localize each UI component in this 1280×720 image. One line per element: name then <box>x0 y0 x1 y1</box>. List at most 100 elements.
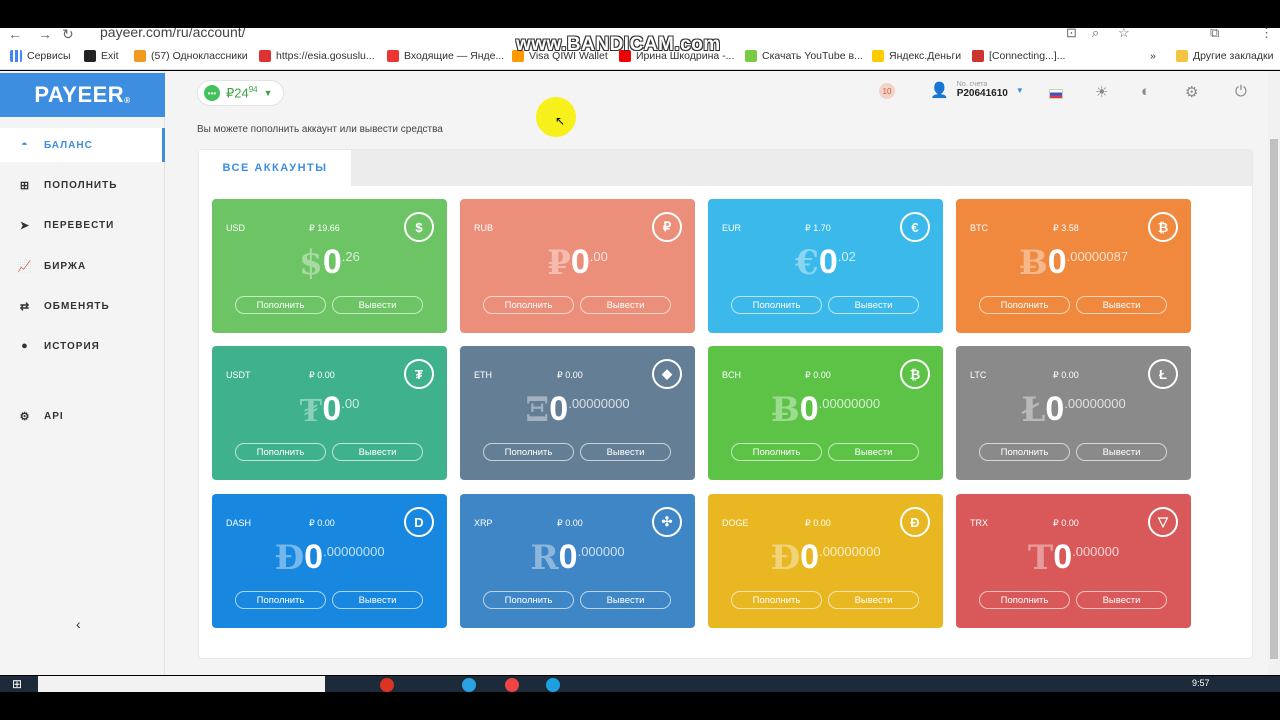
bookmark[interactable]: Скачать YouTube в... <box>745 50 863 62</box>
forward-icon[interactable]: → <box>38 28 52 42</box>
bookmark[interactable]: Сервисы <box>10 50 71 62</box>
exchange-icon: ⇄ <box>19 300 31 313</box>
taskbar-search[interactable] <box>38 676 325 692</box>
scrollbar[interactable] <box>1268 71 1280 675</box>
telegram-icon[interactable] <box>462 678 476 692</box>
deposit-button[interactable]: Пополнить <box>979 591 1070 609</box>
settings-gear-icon[interactable]: ⚙ <box>1185 83 1198 101</box>
sidebar-item-swap[interactable]: ⇄ ОБМЕНЯТЬ <box>0 289 165 323</box>
skype-icon[interactable] <box>546 678 560 692</box>
scrollbar-thumb[interactable] <box>1270 139 1278 659</box>
deposit-button[interactable]: Пополнить <box>979 296 1070 314</box>
withdraw-button[interactable]: Вывести <box>580 591 671 609</box>
rub-equivalent: ₽ 0.00 <box>557 518 583 528</box>
deposit-button[interactable]: Пополнить <box>483 296 574 314</box>
theme-sun-icon[interactable]: ☀ <box>1095 83 1108 101</box>
account-balance: $0.26 <box>299 243 360 283</box>
account-card-xrp[interactable]: XRP ₽ 0.00 ✣ R0.000000 Пополнить Вывести <box>460 494 695 628</box>
currency-icon: Đ <box>900 507 930 537</box>
account-card-eth[interactable]: ETH ₽ 0.00 ◆ Ξ0.00000000 Пополнить Вывести <box>460 346 695 480</box>
bookmark[interactable]: Входящие — Янде... <box>387 50 504 62</box>
payeer-page: PAYEER ® ◓ БАЛАНС ⊞ ПОПОЛНИТЬ ➤ ПЕРЕВЕСТИ 📈 Б… <box>0 71 1280 675</box>
withdraw-button[interactable]: Вывести <box>828 591 919 609</box>
bookmark[interactable]: Яндекс.Деньги <box>872 50 961 62</box>
sidebar-item-transfer[interactable]: ➤ ПЕРЕВЕСТИ <box>0 208 165 242</box>
notifications-badge[interactable]: 10 <box>879 83 895 99</box>
rub-equivalent: ₽ 19.66 <box>309 223 340 233</box>
withdraw-button[interactable]: Вывести <box>828 443 919 461</box>
deposit-button[interactable]: Пополнить <box>483 591 574 609</box>
back-icon[interactable]: ← <box>8 28 22 42</box>
bookmark[interactable]: (57) Одноклассники <box>134 50 248 62</box>
withdraw-button[interactable]: Вывести <box>332 443 423 461</box>
account-selector[interactable]: 👤 No. счета P20641610 ▼ <box>930 81 1024 99</box>
rub-equivalent: ₽ 0.00 <box>557 370 583 380</box>
extension-icon[interactable]: ⧉ <box>1210 28 1219 41</box>
bookmark-icon <box>972 50 984 62</box>
withdraw-button[interactable]: Вывести <box>1076 591 1167 609</box>
deposit-button[interactable]: Пополнить <box>731 296 822 314</box>
currency-icon: ✣ <box>652 507 682 537</box>
account-card-usdt[interactable]: USDT ₽ 0.00 ₮ ₮0.00 Пополнить Вывести <box>212 346 447 480</box>
withdraw-button[interactable]: Вывести <box>332 296 423 314</box>
bookmark[interactable]: https://esia.gosuslu... <box>259 50 375 62</box>
deposit-button[interactable]: Пополнить <box>979 443 1070 461</box>
language-flag-icon[interactable] <box>1049 89 1063 99</box>
bookmark[interactable]: [Connecting...]... <box>972 50 1065 62</box>
wallet-icon: ◓ <box>21 139 29 151</box>
page-hint: Вы можете пополнить аккаунт или вывести … <box>197 124 443 135</box>
withdraw-button[interactable]: Вывести <box>1076 296 1167 314</box>
deposit-button[interactable]: Пополнить <box>731 591 822 609</box>
withdraw-button[interactable]: Вывести <box>332 591 423 609</box>
menu-icon[interactable]: ⋮ <box>1260 28 1273 41</box>
account-card-ltc[interactable]: LTC ₽ 0.00 Ł Ł0.00000000 Пополнить Вывести <box>956 346 1191 480</box>
url-text[interactable]: payeer.com/ru/account/ <box>100 28 246 40</box>
deposit-button[interactable]: Пополнить <box>235 443 326 461</box>
search-icon[interactable]: ⌕ <box>1092 28 1099 41</box>
share-icon[interactable]: ⊡ <box>1066 28 1077 41</box>
account-card-usd[interactable]: USD ₽ 19.66 $ $0.26 Пополнить Вывести <box>212 199 447 333</box>
sidebar-item-api[interactable]: ⚙ API <box>0 399 165 433</box>
account-card-dash[interactable]: DASH ₽ 0.00 D Đ0.00000000 Пополнить Вывести <box>212 494 447 628</box>
account-card-doge[interactable]: DOGE ₽ 0.00 Đ Đ0.00000000 Пополнить Вывести <box>708 494 943 628</box>
sidebar-item-history[interactable]: ● ИСТОРИЯ <box>0 329 165 363</box>
bookmark-folder[interactable]: Другие закладки <box>1176 50 1273 62</box>
windows-start-icon[interactable]: ⊞ <box>12 677 22 691</box>
account-card-eur[interactable]: EUR ₽ 1.70 € €0.02 Пополнить Вывести <box>708 199 943 333</box>
logout-power-icon[interactable]: ⏻ <box>1235 83 1247 100</box>
currency-code: TRX <box>970 518 988 528</box>
withdraw-button[interactable]: Вывести <box>828 296 919 314</box>
globe-icon[interactable]: ◐ <box>1141 83 1150 100</box>
sidebar-collapse-icon[interactable]: ‹ <box>76 616 81 632</box>
deposit-button[interactable]: Пополнить <box>235 591 326 609</box>
mouse-pointer-icon: ↖ <box>555 114 566 128</box>
account-card-bch[interactable]: BCH ₽ 0.00 ₿ Ƀ0.00000000 Пополнить Вывести <box>708 346 943 480</box>
sidebar-item-deposit[interactable]: ⊞ ПОПОЛНИТЬ <box>0 168 165 202</box>
chrome-icon[interactable] <box>505 678 519 692</box>
deposit-button[interactable]: Пополнить <box>483 443 574 461</box>
tab-all-accounts[interactable]: ВСЕ АККАУНТЫ <box>199 150 351 186</box>
sidebar-item-balance[interactable]: ◓ БАЛАНС <box>0 128 165 162</box>
deposit-button[interactable]: Пополнить <box>235 296 326 314</box>
withdraw-button[interactable]: Вывести <box>580 443 671 461</box>
main-content: ••• ₽2494 ▼ Вы можете пополнить аккаунт … <box>165 71 1268 675</box>
rub-equivalent: ₽ 0.00 <box>805 518 831 528</box>
record-icon[interactable] <box>380 678 394 692</box>
sidebar-item-exchange-market[interactable]: 📈 БИРЖА <box>0 249 165 283</box>
account-card-btc[interactable]: BTC ₽ 3.58 ₿ Ƀ0.00000087 Пополнить Вывести <box>956 199 1191 333</box>
bookmark[interactable]: Exit <box>84 50 119 62</box>
star-icon[interactable]: ☆ <box>1118 28 1130 41</box>
bookmarks-more[interactable]: » <box>1150 50 1156 62</box>
balance-selector[interactable]: ••• ₽2494 ▼ <box>197 80 284 106</box>
rub-equivalent: ₽ 0.00 <box>309 518 335 528</box>
deposit-button[interactable]: Пополнить <box>731 443 822 461</box>
bookmark-icon <box>134 50 146 62</box>
account-card-trx[interactable]: TRX ₽ 0.00 ▽ T0.000000 Пополнить Вывести <box>956 494 1191 628</box>
reload-icon[interactable]: ↻ <box>62 28 74 43</box>
withdraw-button[interactable]: Вывести <box>1076 443 1167 461</box>
account-balance: Ƀ0.00000087 <box>1018 243 1129 283</box>
currency-icon: Ł <box>1148 359 1178 389</box>
account-card-rub[interactable]: RUB ₽ ₽0.00 Пополнить Вывести <box>460 199 695 333</box>
withdraw-button[interactable]: Вывести <box>580 296 671 314</box>
payeer-logo[interactable]: PAYEER ® <box>0 73 165 117</box>
